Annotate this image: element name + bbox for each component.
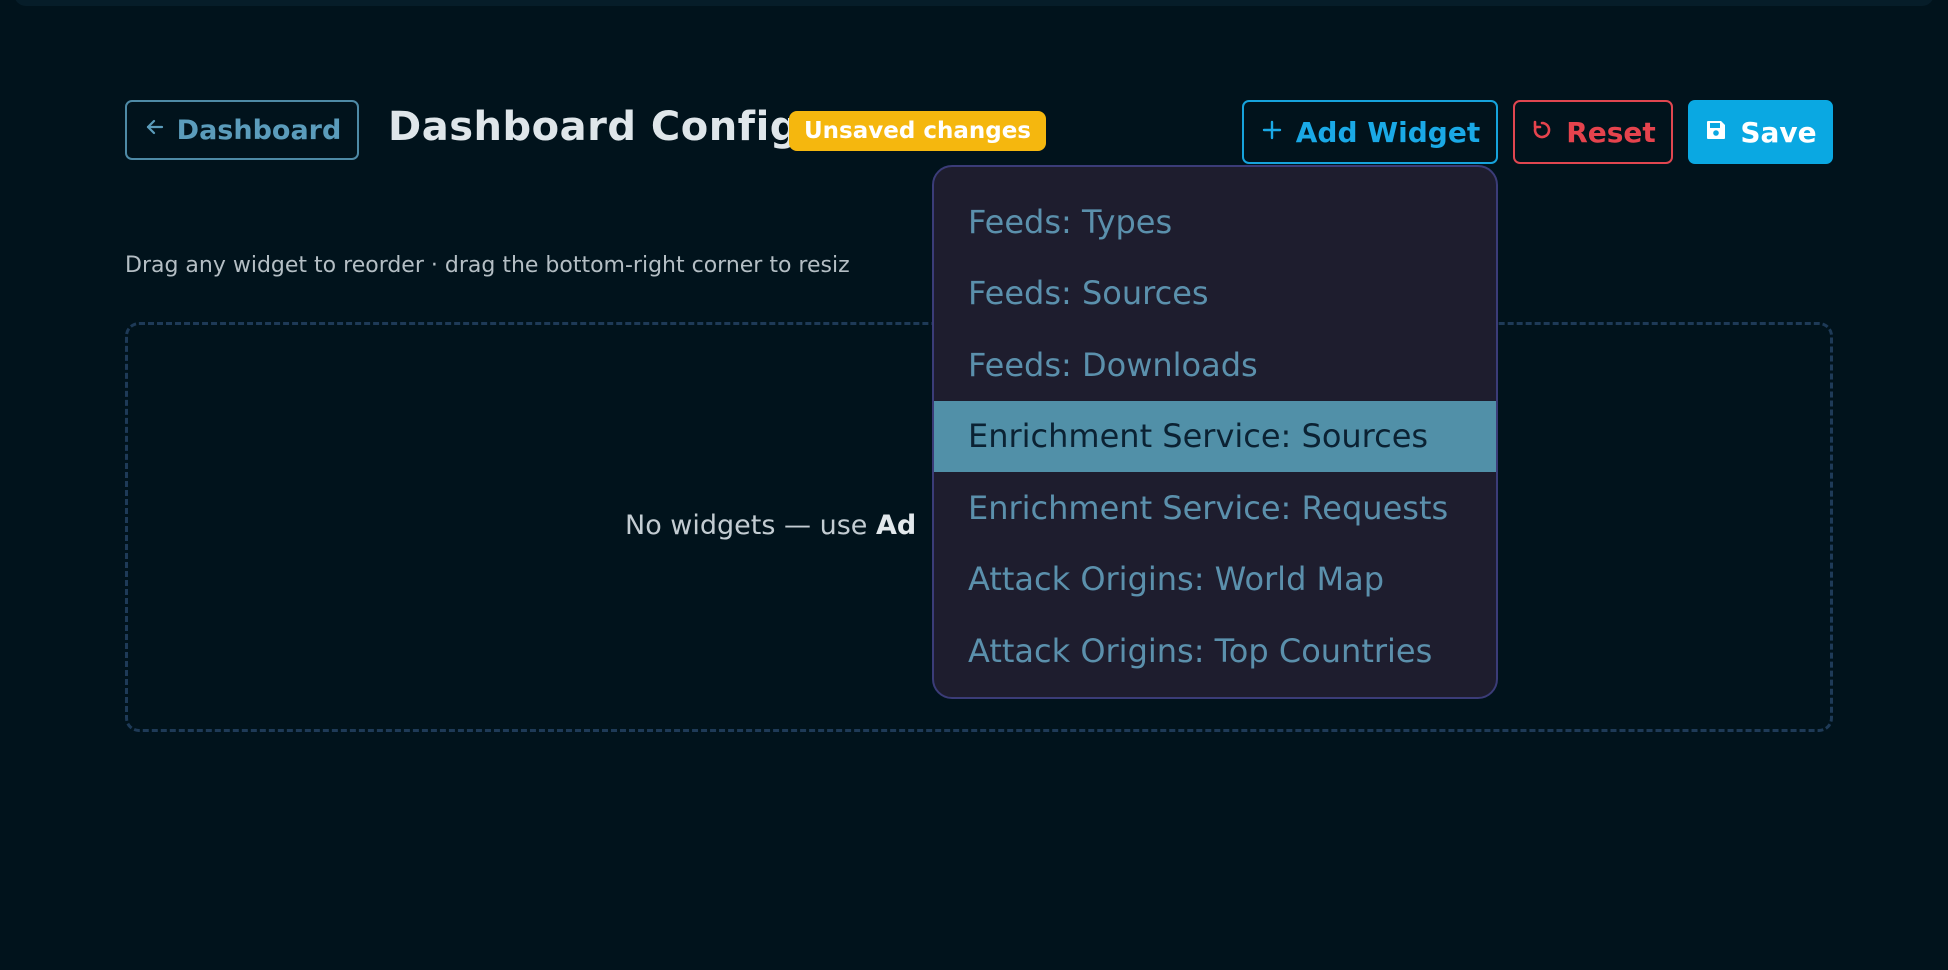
instructions-text: Drag any widget to reorder · drag the bo… — [125, 253, 850, 278]
menu-item-attack-origins-top-countries[interactable]: Attack Origins: Top Countries — [934, 615, 1496, 687]
menu-item-attack-origins-world-map[interactable]: Attack Origins: World Map — [934, 544, 1496, 616]
menu-item-feeds-sources[interactable]: Feeds: Sources — [934, 258, 1496, 330]
floppy-disk-icon — [1704, 116, 1728, 149]
save-label: Save — [1740, 115, 1817, 149]
add-widget-label: Add Widget — [1295, 115, 1481, 149]
menu-item-feeds-downloads[interactable]: Feeds: Downloads — [934, 329, 1496, 401]
empty-state-message: No widgets — use Ad — [625, 510, 916, 541]
back-button-label: Dashboard — [176, 114, 342, 146]
back-to-dashboard-button[interactable]: Dashboard — [125, 100, 359, 160]
reset-button[interactable]: Reset — [1513, 100, 1673, 164]
save-button[interactable]: Save — [1688, 100, 1833, 164]
empty-state-text: No widgets — use — [625, 510, 876, 541]
unsaved-changes-badge: Unsaved changes — [789, 111, 1046, 151]
menu-item-enrichment-requests[interactable]: Enrichment Service: Requests — [934, 472, 1496, 544]
top-bar — [14, 0, 1934, 6]
menu-item-enrichment-sources[interactable]: Enrichment Service: Sources — [934, 400, 1496, 472]
page-header: Dashboard Dashboard Config Unsaved chang… — [125, 100, 1833, 164]
add-widget-button[interactable]: Add Widget — [1242, 100, 1498, 164]
refresh-icon — [1530, 116, 1554, 149]
add-widget-dropdown-menu: Feeds: Types Feeds: Sources Feeds: Downl… — [932, 165, 1498, 699]
reset-label: Reset — [1566, 115, 1656, 149]
plus-icon — [1260, 116, 1284, 149]
arrow-left-icon — [143, 115, 167, 146]
empty-state-emphasis: Ad — [875, 510, 917, 541]
menu-item-feeds-types[interactable]: Feeds: Types — [934, 186, 1496, 258]
page-title: Dashboard Config — [388, 104, 799, 150]
